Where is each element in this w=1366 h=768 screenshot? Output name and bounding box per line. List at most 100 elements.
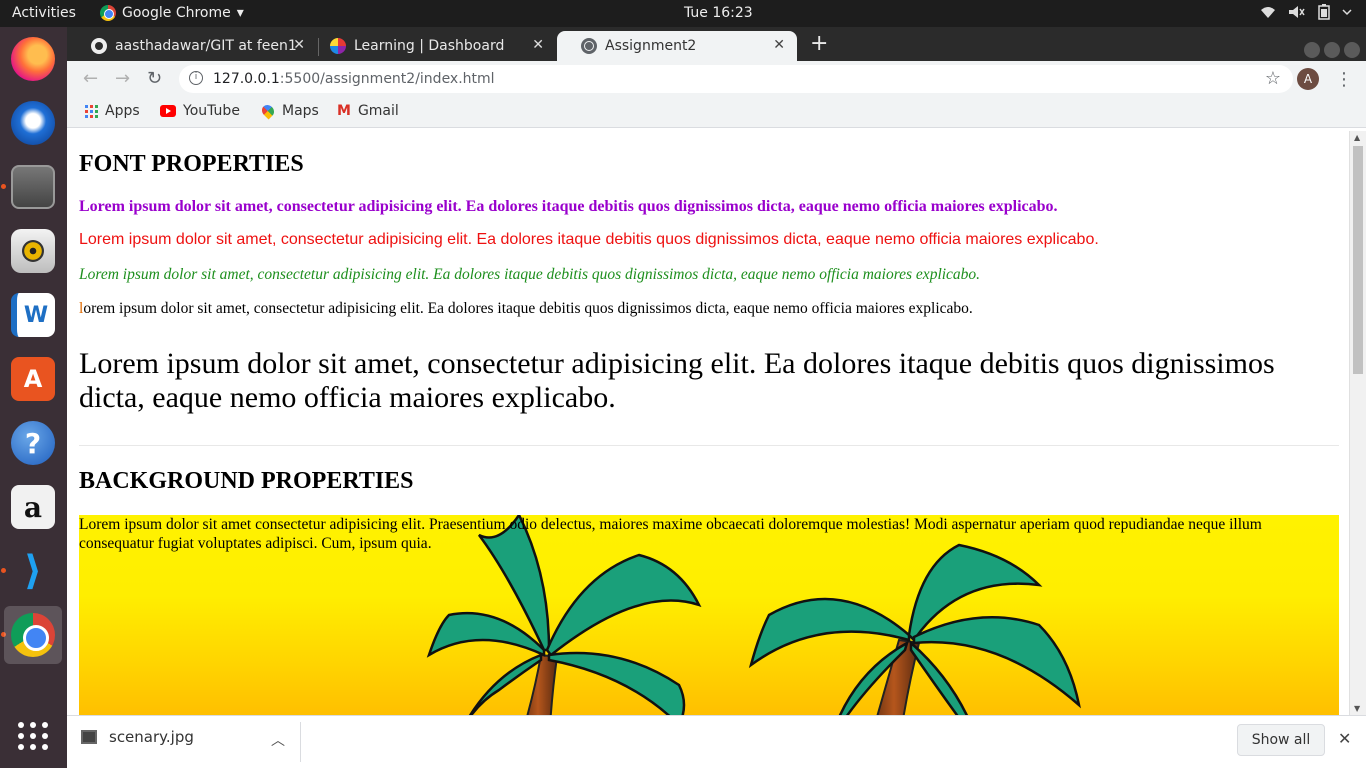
background-image-box: Lorem ipsum dolor sit amet consectetur a… [79, 515, 1339, 715]
bookmark-maps[interactable]: Maps [259, 102, 319, 120]
address-bar[interactable]: i 127.0.0.1:5500/assignment2/index.html … [179, 65, 1293, 93]
red-sans-paragraph: Lorem ipsum dolor sit amet, consectetur … [79, 231, 1099, 248]
gmail-icon: M [337, 103, 351, 119]
reload-button[interactable]: ↻ [147, 68, 162, 89]
system-tray[interactable] [1260, 4, 1352, 20]
clock[interactable]: Tue 16:23 [684, 5, 753, 21]
bookmark-star-icon[interactable]: ☆ [1265, 68, 1281, 89]
activities-button[interactable]: Activities [12, 5, 76, 21]
dock-rhythmbox[interactable] [4, 222, 62, 280]
thunderbird-icon [11, 101, 55, 145]
horizontal-rule [79, 445, 1339, 446]
app-menu-label: Google Chrome [122, 5, 231, 21]
github-icon [91, 38, 107, 54]
chevron-up-icon[interactable]: ︿ [271, 730, 285, 750]
download-item[interactable]: scenary.jpg [81, 728, 194, 746]
scroll-up-arrow-icon[interactable]: ▲ [1354, 133, 1360, 142]
dock-help[interactable]: ? [4, 414, 62, 472]
bookmark-label: Maps [282, 103, 319, 119]
url-host: 127.0.0.1 [213, 71, 280, 87]
italic-green-paragraph: Lorem ipsum dolor sit amet, consectetur … [79, 266, 981, 283]
help-icon: ? [11, 421, 55, 465]
tab-title: aasthadawar/GIT at feen1 [115, 38, 297, 54]
scrollbar-thumb[interactable] [1353, 146, 1363, 374]
chrome-icon [100, 5, 116, 21]
background-paragraph: Lorem ipsum dolor sit amet consectetur a… [79, 516, 1262, 552]
youtube-icon [160, 105, 176, 117]
page-viewport[interactable]: FONT PROPERTIES Lorem ipsum dolor sit am… [67, 131, 1349, 715]
background-properties-heading: BACKGROUND PROPERTIES [79, 468, 414, 494]
tab-github[interactable]: aasthadawar/GIT at feen1 ✕ [67, 31, 317, 61]
amazon-icon: a [11, 485, 55, 529]
dock: W A ? a ⟩ [0, 27, 67, 768]
globe-icon [581, 38, 597, 54]
avatar[interactable]: A [1297, 68, 1319, 90]
learning-icon [330, 38, 346, 54]
tab-assignment2[interactable]: Assignment2 ✕ [557, 31, 797, 61]
dock-firefox[interactable] [4, 30, 62, 88]
bookmark-apps[interactable]: Apps [85, 103, 140, 119]
dock-vscode[interactable]: ⟩ [4, 542, 62, 600]
dock-amazon[interactable]: a [4, 478, 62, 536]
font-properties-heading: FONT PROPERTIES [79, 151, 304, 177]
bookmark-gmail[interactable]: M Gmail [337, 103, 399, 119]
apps-icon [85, 104, 98, 118]
close-window-button[interactable] [1344, 42, 1360, 58]
rhythmbox-icon [11, 229, 55, 273]
back-button[interactable]: ← [83, 68, 98, 89]
dock-writer[interactable]: W [4, 286, 62, 344]
image-file-icon [81, 730, 97, 744]
files-icon [11, 165, 55, 209]
battery-icon [1318, 4, 1330, 20]
page-scrollbar[interactable]: ▲ ▼ [1349, 131, 1366, 715]
appstore-icon: A [11, 357, 55, 401]
close-icon[interactable]: ✕ [293, 37, 305, 53]
vscode-icon: ⟩ [23, 548, 43, 594]
bookmark-label: Apps [105, 103, 140, 119]
writer-icon: W [11, 293, 55, 337]
browser-window: aasthadawar/GIT at feen1 ✕ Learning | Da… [67, 27, 1366, 768]
volume-icon [1289, 6, 1305, 18]
download-shelf: scenary.jpg ︿ Show all ✕ [67, 715, 1366, 768]
dock-chrome[interactable] [4, 606, 62, 664]
firefox-icon [11, 37, 55, 81]
dock-files[interactable] [4, 158, 62, 216]
bookmark-label: Gmail [357, 103, 399, 119]
power-menu-chevron-icon [1342, 9, 1352, 16]
app-menu[interactable]: Google Chrome ▾ [100, 5, 244, 21]
bookmark-label: YouTube [183, 103, 240, 119]
show-applications-button[interactable] [4, 707, 62, 765]
bookmarks-bar: Apps YouTube Maps M Gmail [67, 97, 1366, 128]
system-top-bar: Activities Google Chrome ▾ Tue 16:23 [0, 0, 1366, 27]
scroll-down-arrow-icon[interactable]: ▼ [1354, 704, 1360, 713]
shelf-divider [300, 722, 301, 762]
url-path: :5500/assignment2/index.html [279, 71, 495, 87]
app-grid-icon [17, 722, 49, 750]
minimize-button[interactable] [1304, 42, 1320, 58]
chrome-icon [11, 613, 55, 657]
browser-toolbar: ← → ↻ i 127.0.0.1:5500/assignment2/index… [67, 61, 1366, 97]
browser-menu-icon[interactable]: ⋮ [1335, 69, 1353, 90]
new-tab-button[interactable]: + [810, 31, 828, 56]
maximize-button[interactable] [1324, 42, 1340, 58]
first-letter-paragraph: lorem ipsum dolor sit amet, consectetur … [79, 300, 973, 318]
dock-thunderbird[interactable] [4, 94, 62, 152]
tab-learning[interactable]: Learning | Dashboard ✕ [306, 31, 556, 61]
tab-title: Assignment2 [605, 38, 697, 54]
forward-button[interactable]: → [115, 68, 130, 89]
tab-strip: aasthadawar/GIT at feen1 ✕ Learning | Da… [67, 27, 1366, 61]
download-file-name: scenary.jpg [109, 728, 194, 746]
chevron-down-icon: ▾ [236, 5, 244, 21]
info-icon[interactable]: i [189, 71, 203, 85]
show-all-button[interactable]: Show all [1237, 724, 1325, 756]
close-icon[interactable]: ✕ [532, 37, 544, 53]
dock-software[interactable]: A [4, 350, 62, 408]
bookmark-youtube[interactable]: YouTube [160, 103, 240, 119]
close-icon[interactable]: ✕ [773, 37, 785, 53]
maps-icon [259, 102, 277, 120]
paragraph-rest: orem ipsum dolor sit amet, consectetur a… [83, 300, 973, 317]
close-icon[interactable]: ✕ [1338, 729, 1351, 748]
large-paragraph: Lorem ipsum dolor sit amet, consectetur … [79, 347, 1275, 414]
wifi-icon [1261, 7, 1275, 18]
url-text[interactable]: 127.0.0.1:5500/assignment2/index.html [213, 71, 495, 87]
